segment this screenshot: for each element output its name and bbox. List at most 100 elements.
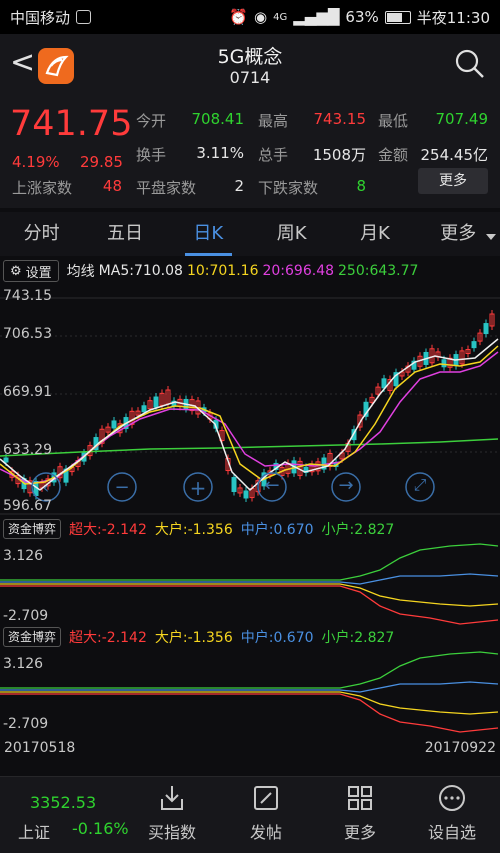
- flat-count-label: 平盘家数: [136, 179, 197, 197]
- battery-icon: [384, 10, 411, 24]
- candle-body: [243, 490, 249, 499]
- tab-more-label: 更多: [440, 223, 477, 244]
- super-large-value: 超大:-2.142: [69, 522, 147, 538]
- flat-count-value: 2: [234, 177, 244, 195]
- kline-chart[interactable]: 743.15 706.53 669.91 633.29 596.67 ‹ − +…: [0, 284, 500, 516]
- low-label: 最低: [378, 112, 409, 130]
- tab-intraday[interactable]: 分时: [0, 212, 83, 256]
- start-date: 20170518: [4, 740, 76, 756]
- medium-value: 中户:0.670: [240, 522, 314, 538]
- post-button[interactable]: 发帖: [226, 783, 306, 843]
- fullscreen-icon[interactable]: ⤢: [410, 475, 430, 495]
- edit-icon: [254, 786, 278, 810]
- change-percent: 4.19%: [12, 153, 60, 171]
- buy-index-button[interactable]: 买指数: [132, 783, 212, 843]
- fund-flow-button[interactable]: 资金博弈: [3, 627, 62, 647]
- y-axis-label: 633.29: [3, 442, 52, 458]
- volume-label: 总手: [258, 146, 289, 164]
- end-date: 20170922: [424, 740, 496, 756]
- candle-body: [111, 420, 117, 429]
- falling-count-label: 下跌家数: [258, 179, 319, 197]
- super-large-value: 超大:-2.142: [69, 630, 147, 646]
- more-button[interactable]: 更多: [320, 783, 400, 843]
- scroll-left-icon[interactable]: ‹: [36, 478, 56, 498]
- falling-count-value: 8: [356, 177, 366, 195]
- ma-legend: ⚙ 设置 均线 MA5:710.08 10:701.16 20:696.48 2…: [0, 258, 500, 284]
- zoom-in-icon[interactable]: +: [188, 476, 208, 500]
- ma20-value: 20:696.48: [262, 263, 335, 279]
- network-label: 4G: [273, 11, 288, 23]
- settings-button[interactable]: ⚙ 设置: [3, 260, 59, 282]
- fund-flow-lines: [0, 651, 499, 733]
- candle-body: [141, 405, 147, 413]
- pan-left-icon[interactable]: ←: [262, 475, 282, 496]
- ma10-value: 10:701.16: [186, 263, 259, 279]
- more-quote-button[interactable]: 更多: [418, 168, 488, 194]
- large-value: 大户:-1.356: [154, 630, 233, 646]
- carrier-label: 中国移动: [10, 8, 71, 27]
- dropdown-arrow-icon: [485, 234, 496, 240]
- tab-weekly-k[interactable]: 周K: [250, 212, 333, 256]
- large-value: 大户:-1.356: [154, 522, 233, 538]
- download-tray-icon: [161, 786, 183, 810]
- clock: 半夜11:30: [416, 8, 490, 27]
- more-dots-icon: [439, 785, 465, 811]
- fund-flow-button[interactable]: 资金博弈: [3, 519, 62, 539]
- period-tabs: 分时 五日 日K 周K 月K 更多: [0, 212, 500, 256]
- post-label: 发帖: [249, 823, 282, 842]
- ma-title: 均线: [66, 264, 95, 280]
- add-watchlist-label: 设自选: [427, 823, 476, 842]
- battery-percent: 63%: [345, 8, 379, 26]
- tab-more[interactable]: 更多: [417, 212, 500, 256]
- tab-five-day[interactable]: 五日: [83, 212, 166, 256]
- signal-icon: ▂▄▆█: [293, 8, 340, 26]
- candle-body: [153, 396, 159, 408]
- ma250-value: 250:643.77: [338, 263, 419, 279]
- add-watchlist-button[interactable]: 设自选: [412, 783, 492, 843]
- zoom-out-icon[interactable]: −: [112, 477, 132, 498]
- bottom-toolbar: 3352.53 上证 -0.16% 买指数 发帖 更多 设自选: [0, 776, 500, 853]
- small-value: 小户:2.827: [321, 522, 395, 538]
- fund-flow-panel-2: 资金博弈 超大:-2.142 大户:-1.356 中户:0.670 小户:2.8…: [0, 626, 500, 736]
- ma5-value: MA5:710.08: [98, 263, 183, 279]
- tab-monthly-k[interactable]: 月K: [333, 212, 416, 256]
- search-icon[interactable]: [454, 48, 486, 80]
- change-value: 29.85: [80, 153, 123, 171]
- quote-panel: 741.75 4.19% 29.85 今开 708.41 最高 743.15 最…: [0, 96, 500, 208]
- high-value: 743.15: [313, 110, 367, 128]
- eye-icon: ◉: [254, 8, 268, 26]
- amount-label: 金额: [378, 146, 409, 164]
- y-axis-label: 706.53: [3, 326, 52, 342]
- y-axis-label: 669.91: [3, 384, 52, 400]
- candle-body: [483, 323, 489, 335]
- fund-flow-lines: [0, 543, 499, 625]
- medium-value: 中户:0.670: [240, 630, 314, 646]
- grid-icon: [348, 786, 372, 810]
- high-label: 最高: [258, 112, 289, 130]
- fund-flow-panel-1: 资金博弈 超大:-2.142 大户:-1.356 中户:0.670 小户:2.8…: [0, 518, 500, 626]
- buy-index-label: 买指数: [147, 823, 196, 842]
- top-nav: < 5G概念 0714: [0, 34, 500, 96]
- open-label: 今开: [136, 112, 167, 130]
- turnover-label: 换手: [136, 146, 167, 164]
- settings-label: 设置: [25, 265, 52, 281]
- index-value: 3352.53: [30, 793, 97, 812]
- app-notification-icon: [76, 10, 92, 24]
- current-price: 741.75: [10, 104, 133, 144]
- open-value: 708.41: [191, 110, 245, 128]
- pan-right-icon[interactable]: →: [336, 475, 356, 496]
- rising-count-value: 48: [102, 177, 122, 195]
- status-bar: 中国移动 ⏰ ◉ 4G ▂▄▆█ 63% 半夜11:30: [0, 0, 500, 34]
- y-axis-label: 596.67: [3, 498, 52, 514]
- volume-value: 1508万: [312, 146, 366, 164]
- turnover-value: 3.11%: [196, 144, 244, 162]
- amount-value: 254.45亿: [420, 146, 489, 164]
- date-axis: 20170518 20170922: [0, 740, 500, 760]
- candle-body: [471, 341, 477, 349]
- small-value: 小户:2.827: [321, 630, 395, 646]
- gear-icon: ⚙: [10, 263, 22, 279]
- page-title: 5G概念: [217, 46, 283, 68]
- candle-body: [441, 359, 447, 368]
- candle-body: [3, 457, 9, 463]
- tab-daily-k[interactable]: 日K: [167, 212, 250, 256]
